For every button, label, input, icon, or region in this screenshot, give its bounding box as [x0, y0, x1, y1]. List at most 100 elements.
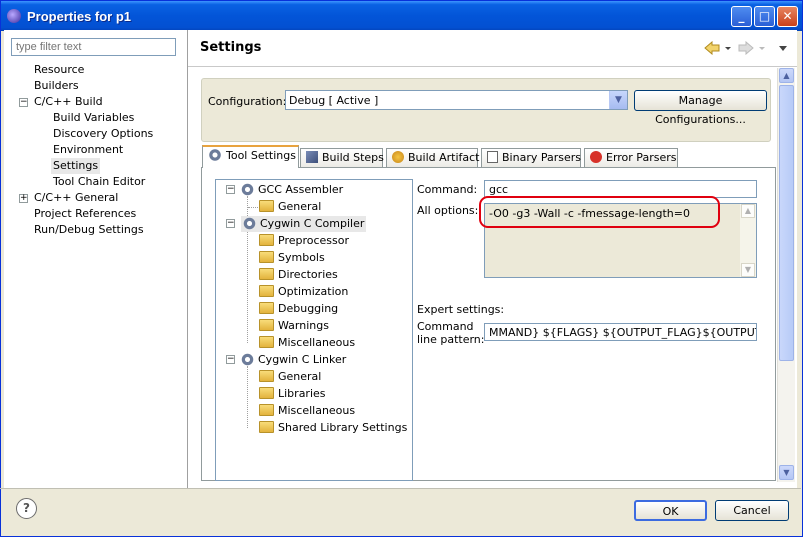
options-scrollbar[interactable]: ▲ ▼ — [740, 204, 756, 277]
tree-item-label: Symbols — [278, 251, 325, 264]
splitter[interactable] — [187, 30, 188, 488]
binary-parsers-icon — [487, 151, 498, 163]
command-line-pattern-field[interactable]: MMAND} ${FLAGS} ${OUTPUT_FLAG}${OUTPUT_P… — [484, 323, 757, 341]
nav-item-tool-chain-editor[interactable]: Tool Chain Editor — [53, 174, 145, 190]
command-line-label-line1: Command — [417, 320, 474, 333]
tree-item-optimization[interactable]: Optimization — [259, 284, 348, 300]
chevron-down-icon[interactable]: ▼ — [609, 91, 627, 109]
scroll-up-icon[interactable]: ▲ — [741, 204, 755, 218]
all-options-label: All options: — [417, 204, 479, 217]
tree-item-label: Cygwin C Linker — [258, 353, 347, 366]
manage-configurations-button[interactable]: Manage Configurations... — [634, 90, 767, 126]
option-category-icon — [259, 251, 274, 263]
option-category-icon — [259, 319, 274, 331]
tree-item-label: GCC Assembler — [258, 183, 344, 196]
nav-item-build-variables[interactable]: Build Variables — [53, 110, 134, 126]
configuration-select[interactable]: Debug [ Active ] ▼ — [285, 90, 628, 110]
tab-label: Binary Parsers — [502, 151, 581, 164]
footer-divider — [0, 488, 801, 489]
tree-item-assembler-general[interactable]: General — [259, 199, 321, 215]
scroll-up-icon[interactable]: ▲ — [779, 68, 794, 83]
command-line-label-line2: line pattern: — [417, 333, 485, 346]
minimize-button[interactable]: _ — [731, 6, 752, 27]
back-icon[interactable] — [704, 41, 720, 55]
tab-label: Build Steps — [322, 151, 384, 164]
collapse-icon[interactable]: − — [19, 98, 28, 107]
tool-icon — [243, 217, 256, 230]
tree-item-label: Miscellaneous — [278, 404, 356, 417]
collapse-icon[interactable]: − — [226, 185, 235, 194]
tree-item-gcc-assembler[interactable]: GCC Assembler — [241, 182, 343, 198]
build-steps-icon — [306, 151, 318, 163]
option-category-icon — [259, 421, 274, 433]
cancel-button[interactable]: Cancel — [715, 500, 789, 521]
tree-item-preprocessor[interactable]: Preprocessor — [259, 233, 349, 249]
option-category-icon — [259, 285, 274, 297]
title-bar[interactable]: Properties for p1 _ □ ✕ — [1, 1, 802, 31]
option-category-icon — [259, 404, 274, 416]
nav-item-project-references[interactable]: Project References — [34, 206, 136, 222]
build-artifact-icon — [392, 151, 404, 163]
tab-binary-parsers[interactable]: Binary Parsers — [481, 148, 581, 167]
tab-label: Error Parsers — [606, 151, 677, 164]
tree-item-linker-general[interactable]: General — [259, 369, 321, 385]
nav-item-cc-build[interactable]: C/C++ Build — [34, 94, 103, 110]
tree-item-debugging[interactable]: Debugging — [259, 301, 338, 317]
configuration-value: Debug [ Active ] — [289, 94, 379, 107]
option-category-icon — [259, 387, 274, 399]
tab-tool-settings[interactable]: Tool Settings — [202, 145, 299, 168]
tab-label: Build Artifact — [408, 151, 480, 164]
tree-item-label: Optimization — [278, 285, 349, 298]
window-title: Properties for p1 — [27, 9, 132, 24]
tree-item-label: Miscellaneous — [278, 336, 356, 349]
nav-item-cc-general[interactable]: C/C++ General — [34, 190, 118, 206]
forward-menu-icon[interactable] — [759, 47, 765, 50]
scroll-down-icon[interactable]: ▼ — [779, 465, 794, 480]
scroll-thumb[interactable] — [779, 85, 794, 361]
tree-item-warnings[interactable]: Warnings — [259, 318, 329, 334]
option-category-icon — [259, 302, 274, 314]
tree-item-compiler-miscellaneous[interactable]: Miscellaneous — [259, 335, 355, 351]
tab-build-steps[interactable]: Build Steps — [300, 148, 384, 167]
help-icon[interactable]: ? — [16, 498, 37, 519]
tree-item-shared-library-settings[interactable]: Shared Library Settings — [259, 420, 407, 436]
nav-item-discovery-options[interactable]: Discovery Options — [53, 126, 153, 142]
nav-item-resource[interactable]: Resource — [34, 62, 84, 78]
history-nav — [704, 41, 787, 55]
close-button[interactable]: ✕ — [777, 6, 798, 27]
eclipse-icon — [7, 9, 21, 23]
tree-item-label: General — [278, 370, 322, 383]
scroll-down-icon[interactable]: ▼ — [741, 263, 755, 277]
tab-build-artifact[interactable]: Build Artifact — [386, 148, 480, 167]
command-label: Command: — [417, 183, 478, 196]
tree-item-label: Warnings — [278, 319, 329, 332]
collapse-icon[interactable]: − — [226, 355, 235, 364]
tree-item-cygwin-c-compiler[interactable]: Cygwin C Compiler — [241, 216, 367, 232]
tree-item-cygwin-c-linker[interactable]: Cygwin C Linker — [241, 352, 346, 368]
nav-item-settings[interactable]: Settings — [51, 158, 101, 174]
tree-item-libraries[interactable]: Libraries — [259, 386, 326, 402]
tree-line — [247, 230, 249, 343]
maximize-button[interactable]: □ — [754, 6, 775, 27]
view-menu-icon[interactable] — [779, 46, 787, 51]
collapse-icon[interactable]: − — [226, 219, 235, 228]
tree-item-symbols[interactable]: Symbols — [259, 250, 325, 266]
tool-icon — [241, 183, 254, 196]
nav-item-environment[interactable]: Environment — [53, 142, 123, 158]
tree-item-label: Preprocessor — [278, 234, 350, 247]
tree-item-linker-miscellaneous[interactable]: Miscellaneous — [259, 403, 355, 419]
nav-item-run-debug-settings[interactable]: Run/Debug Settings — [34, 222, 144, 238]
ok-button[interactable]: OK — [634, 500, 707, 521]
page-scrollbar[interactable]: ▲ ▼ — [777, 68, 795, 482]
tree-item-label: Cygwin C Compiler — [260, 217, 365, 230]
tab-label: Tool Settings — [226, 149, 296, 162]
filter-input[interactable] — [11, 38, 176, 56]
tree-line — [247, 366, 249, 428]
command-line-pattern-label: Command line pattern: — [417, 320, 484, 346]
nav-item-builders[interactable]: Builders — [34, 78, 79, 94]
expand-icon[interactable]: + — [19, 194, 28, 203]
tree-item-directories[interactable]: Directories — [259, 267, 338, 283]
tab-error-parsers[interactable]: Error Parsers — [584, 148, 678, 167]
forward-icon[interactable] — [738, 41, 754, 55]
back-menu-icon[interactable] — [725, 47, 731, 50]
